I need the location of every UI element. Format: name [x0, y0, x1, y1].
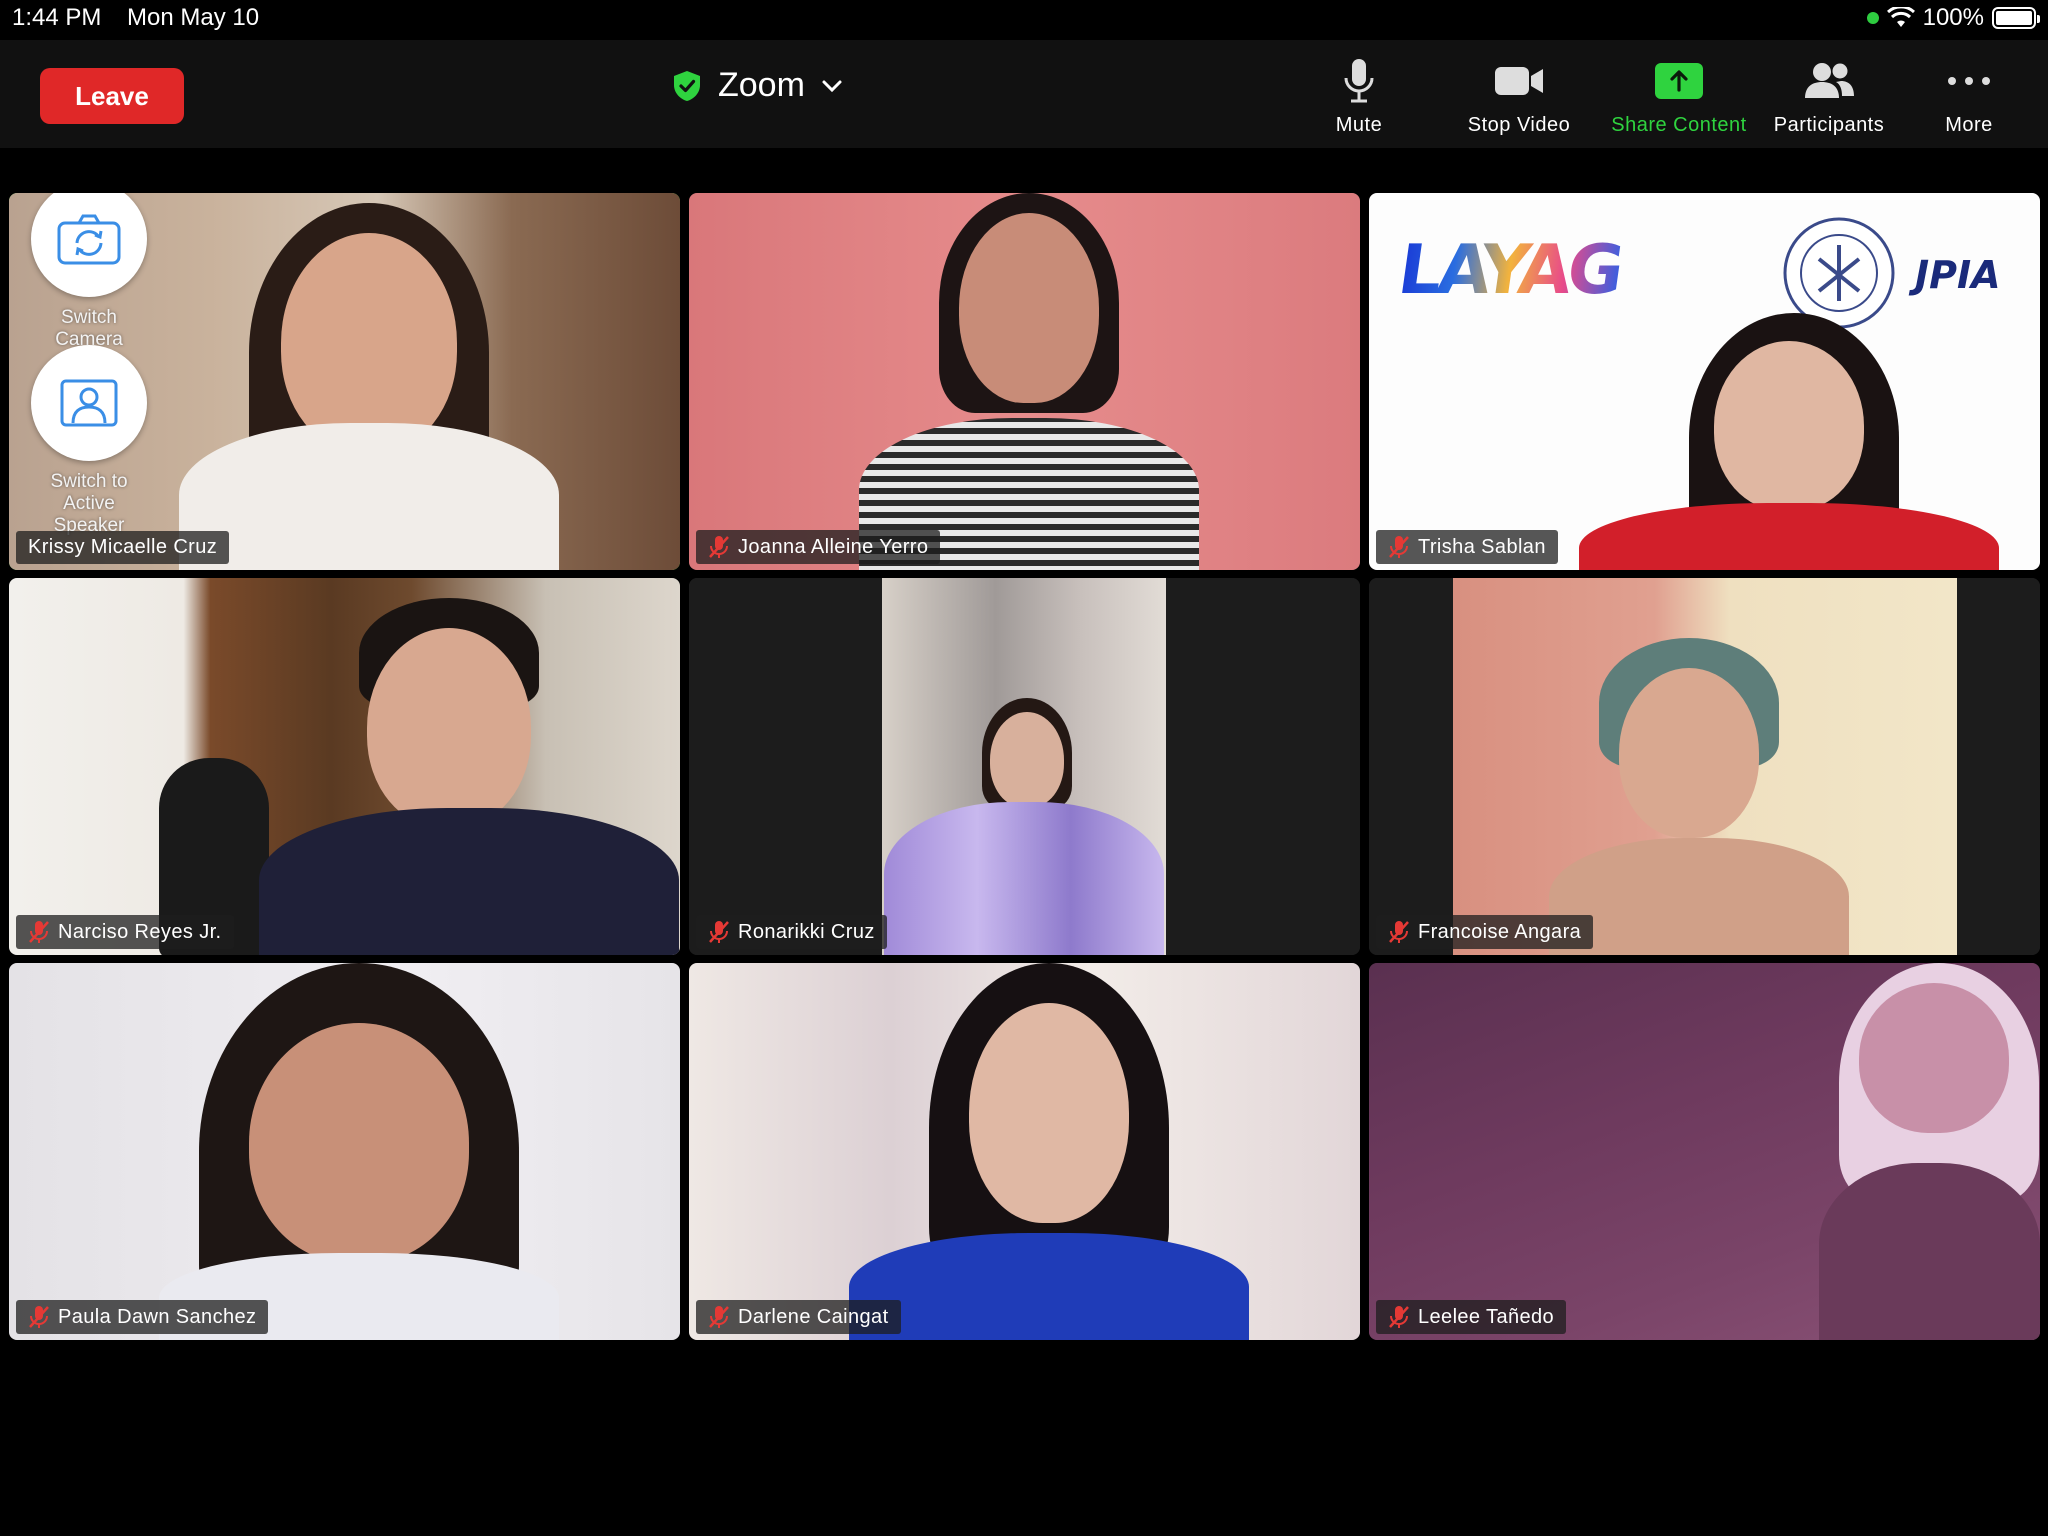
switch-camera-button[interactable]: Switch Camera [31, 193, 147, 351]
status-right: 100% [1866, 4, 2040, 32]
switch-to-active-speaker-button[interactable]: Switch to Active Speaker [31, 345, 147, 537]
participants-button[interactable]: Participants [1754, 56, 1904, 137]
share-arrow-icon [1655, 63, 1703, 99]
mic-off-icon [709, 1306, 729, 1328]
battery-icon [1992, 7, 2040, 29]
switch-to-active-speaker-label: Switch to Active Speaker [31, 471, 147, 537]
jpia-logo: JPIA [1915, 253, 2001, 297]
share-content-button[interactable]: Share Content [1604, 56, 1754, 137]
status-date: Mon May 10 [127, 4, 260, 31]
video-tile[interactable]: Joanna Alleine Yerro [689, 193, 1360, 570]
mic-off-icon [709, 921, 729, 943]
video-tile-self[interactable]: Switch Camera Switch to Active Speaker K… [9, 193, 680, 570]
video-tile[interactable]: Ronarikki Cruz [689, 578, 1360, 955]
wifi-icon [1886, 7, 1915, 27]
mic-off-icon [1389, 536, 1409, 558]
participant-name: Joanna Alleine Yerro [738, 535, 929, 558]
video-tile[interactable]: Francoise Angara [1369, 578, 2040, 955]
more-label: More [1945, 114, 1993, 136]
toolbar-actions: Mute Stop Video Share Content Participan… [0, 56, 2048, 146]
share-content-label: Share Content [1611, 114, 1747, 136]
more-dots-icon [1948, 77, 1990, 85]
mic-off-icon [1389, 1306, 1409, 1328]
mic-off-icon [709, 536, 729, 558]
more-button[interactable]: More [1894, 56, 2044, 137]
status-bar: 1:44 PM Mon May 10 100% [0, 0, 2048, 40]
mute-label: Mute [1335, 114, 1383, 136]
mic-off-icon [1389, 921, 1409, 943]
participant-nametag: Krissy Micaelle Cruz [16, 531, 230, 564]
meeting-toolbar: Leave Zoom Mute Stop Video Share Content… [0, 40, 2048, 148]
switch-speaker-line1: Switch to [50, 471, 128, 492]
layag-logo: LAYAG [1393, 231, 1626, 310]
video-tile[interactable]: LAYAG JPIA Trisha Sablan [1369, 193, 2040, 570]
camera-in-use-indicator-icon [1866, 12, 1879, 24]
switch-camera-icon [57, 214, 121, 265]
participant-nametag: Ronarikki Cruz [696, 915, 887, 949]
battery-percent: 100% [1922, 4, 1984, 31]
mic-off-icon [29, 921, 49, 943]
status-time: 1:44 PM [12, 4, 102, 31]
participant-name: Leelee Tañedo [1418, 1305, 1555, 1328]
participant-name: Ronarikki Cruz [738, 920, 875, 943]
participant-name: Francoise Angara [1418, 920, 1582, 943]
participant-name: Krissy Micaelle Cruz [28, 536, 218, 558]
participant-nametag: Narciso Reyes Jr. [16, 915, 234, 949]
video-tile[interactable]: Paula Dawn Sanchez [9, 963, 680, 1340]
participant-nametag: Joanna Alleine Yerro [696, 530, 941, 564]
video-tile[interactable]: Narciso Reyes Jr. [9, 578, 680, 955]
participant-nametag: Francoise Angara [1376, 915, 1594, 949]
participant-name: Narciso Reyes Jr. [58, 920, 222, 943]
mic-off-icon [29, 1306, 49, 1328]
video-tile[interactable]: Leelee Tañedo [1369, 963, 2040, 1340]
participant-name: Paula Dawn Sanchez [58, 1305, 257, 1328]
microphone-icon [1344, 59, 1374, 103]
participant-nametag: Leelee Tañedo [1376, 1300, 1567, 1334]
video-camera-icon [1495, 67, 1543, 95]
switch-speaker-line2: Active Speaker [53, 493, 125, 536]
participant-nametag: Paula Dawn Sanchez [16, 1300, 269, 1334]
mute-button[interactable]: Mute [1284, 56, 1434, 137]
participant-name: Darlene Caingat [738, 1305, 889, 1328]
stop-video-label: Stop Video [1467, 114, 1571, 136]
participant-name: Trisha Sablan [1418, 535, 1546, 558]
active-speaker-icon [60, 379, 118, 427]
participants-label: Participants [1773, 114, 1885, 136]
stop-video-button[interactable]: Stop Video [1444, 56, 1594, 137]
participant-nametag: Trisha Sablan [1376, 530, 1558, 564]
participant-nametag: Darlene Caingat [696, 1300, 901, 1334]
participants-icon [1805, 63, 1854, 98]
video-tile[interactable]: Darlene Caingat [689, 963, 1360, 1340]
